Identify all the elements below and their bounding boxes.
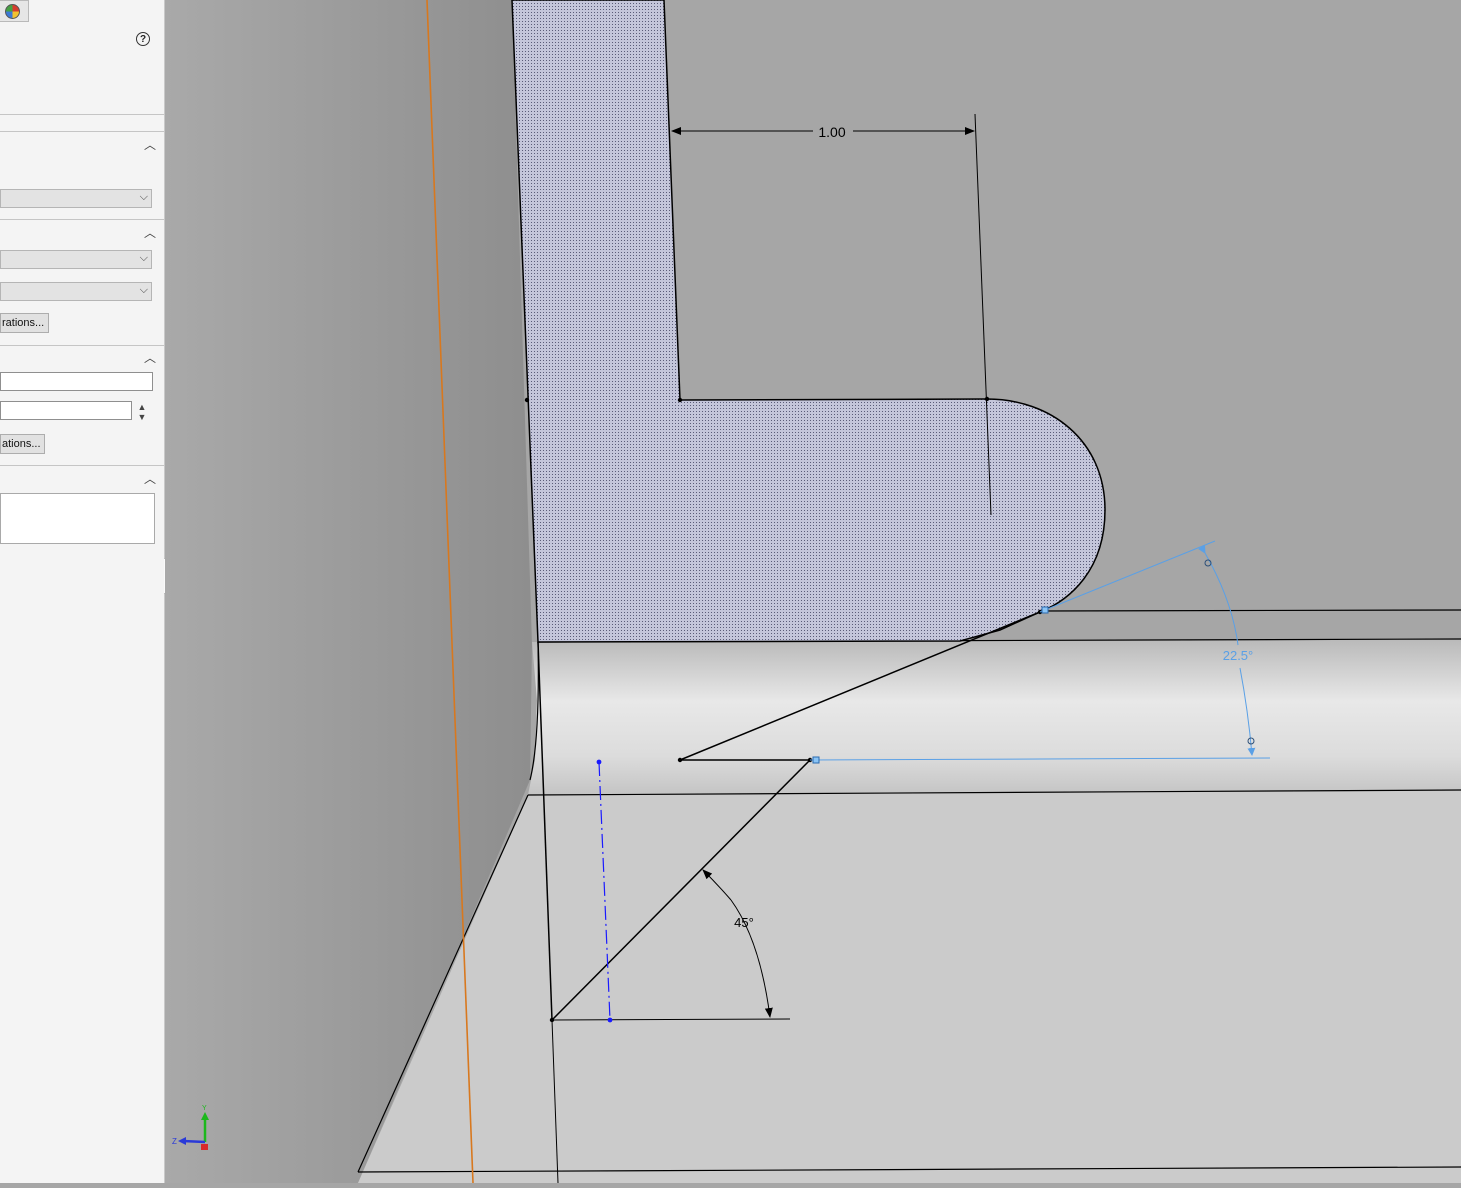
triad-z-label: Z <box>172 1137 177 1146</box>
configurations-button-2[interactable]: ations... <box>0 434 45 454</box>
group-header-divider <box>0 345 164 346</box>
property-manager-panel: ? ︿ ⌵ ︿ ⌵ ⌵ rations... ︿ ▲ ▼ ations... ︿ <box>0 0 165 1183</box>
appearance-icon <box>5 4 20 19</box>
divider <box>0 114 164 115</box>
configurations-button[interactable]: rations... <box>0 313 49 333</box>
group3-value-field[interactable] <box>0 401 132 420</box>
curved-band-face <box>528 639 1461 795</box>
chevron-down-icon: ⌵ <box>139 191 148 203</box>
group-header-divider <box>0 219 164 220</box>
dimension-horizontal-value[interactable]: 1.00 <box>818 124 845 140</box>
triad-y-label: Y <box>202 1105 207 1112</box>
group4-listbox[interactable] <box>0 493 155 544</box>
dimension-angle-driven-value[interactable]: 22.5° <box>1223 648 1254 663</box>
chevron-down-icon: ⌵ <box>139 252 148 264</box>
chevron-down-icon: ⌵ <box>139 284 148 296</box>
group-header-divider <box>0 131 164 132</box>
chevron-up-icon[interactable]: ︿ <box>143 227 157 239</box>
group-header-divider <box>0 465 164 466</box>
chevron-up-icon[interactable]: ︿ <box>143 352 157 364</box>
floor-face <box>358 790 1461 1183</box>
chevron-up-icon[interactable]: ︿ <box>143 139 157 151</box>
spinner-arrows-icon[interactable]: ▲ ▼ <box>135 402 149 424</box>
chevron-up-icon[interactable]: ︿ <box>143 473 157 485</box>
group2-combo-2[interactable]: ⌵ <box>0 282 152 301</box>
group1-combo[interactable]: ⌵ <box>0 189 152 208</box>
dimension-angle-45-value[interactable]: 45° <box>734 915 754 930</box>
appearance-tab[interactable] <box>0 0 29 22</box>
help-icon[interactable]: ? <box>136 32 150 46</box>
group3-text-field[interactable] <box>0 372 153 391</box>
group2-combo-1[interactable]: ⌵ <box>0 250 152 269</box>
graphics-viewport[interactable]: 1.00 45° 22.5° Z Y <box>165 0 1461 1184</box>
